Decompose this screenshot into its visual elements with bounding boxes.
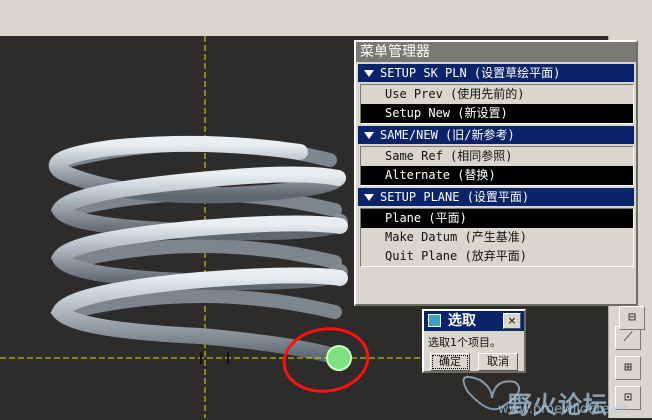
dialog-message: 选取1个项目。 (428, 336, 501, 349)
section-items: Same Ref (相同参照) Alternate (替换) (360, 146, 634, 186)
section-same-new[interactable]: SAME/NEW (旧/新参考) (358, 126, 634, 144)
cancel-button[interactable]: 取消 (478, 353, 518, 371)
dialog-app-icon (428, 314, 441, 327)
menu-item-use-prev[interactable]: Use Prev (使用先前的) (361, 85, 633, 104)
pattern-tool-icon[interactable]: ⊞ (615, 356, 641, 380)
model-viewport[interactable]: ⟋ ⊟ ⊞ ⊡ 菜单管理器 SETUP SK PLN (设置草绘平面) Use … (0, 0, 652, 419)
section-items: Plane (平面) Make Datum (产生基准) Quit Plane … (360, 208, 634, 267)
collapse-triangle-icon (364, 70, 374, 77)
menu-item-make-datum[interactable]: Make Datum (产生基准) (361, 228, 633, 247)
select-dialog: 选取 × 选取1个项目。 确定 取消 (422, 309, 526, 373)
ok-button[interactable]: 确定 (430, 353, 470, 371)
section-setup-plane[interactable]: SETUP PLANE (设置平面) (358, 188, 634, 206)
dialog-title: 选取 (448, 313, 476, 329)
section-setup-sk-pln[interactable]: SETUP SK PLN (设置草绘平面) (358, 64, 634, 82)
collapse-triangle-icon (364, 132, 374, 139)
section-items: Use Prev (使用先前的) Setup New (新设置) (360, 84, 634, 124)
menu-item-plane[interactable]: Plane (平面) (361, 209, 633, 228)
menu-item-alternate[interactable]: Alternate (替换) (361, 166, 633, 185)
menu-item-quit-plane[interactable]: Quit Plane (放弃平面) (361, 247, 633, 266)
watermark-url: www.proewildfire.cn (498, 402, 629, 417)
selection-point (326, 345, 352, 371)
collapse-triangle-icon (364, 194, 374, 201)
menu-item-setup-new[interactable]: Setup New (新设置) (361, 104, 633, 123)
close-icon[interactable]: × (503, 313, 521, 329)
select-dialog-titlebar: 选取 × (424, 311, 524, 331)
datum-tool-icon[interactable]: ⊟ (619, 306, 645, 330)
menu-item-same-ref[interactable]: Same Ref (相同参照) (361, 147, 633, 166)
menu-manager-title: 菜单管理器 (356, 42, 636, 62)
menu-manager: 菜单管理器 SETUP SK PLN (设置草绘平面) Use Prev (使用… (354, 40, 638, 306)
